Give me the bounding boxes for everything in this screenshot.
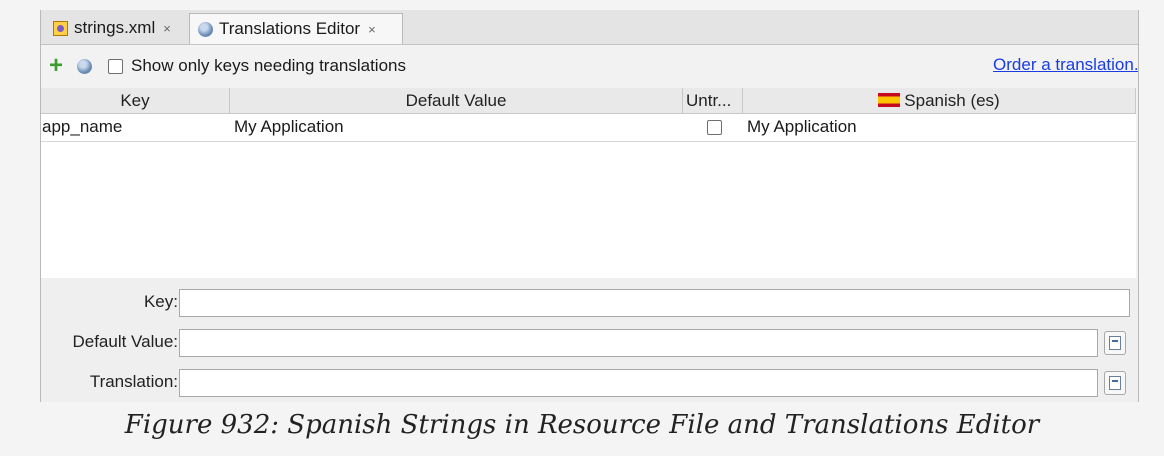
column-header-untranslatable[interactable]: Untr... <box>683 88 743 113</box>
expand-editor-icon[interactable] <box>1104 371 1126 395</box>
cell-default-value[interactable]: My Application <box>230 113 683 141</box>
column-header-spanish[interactable]: Spanish (es) <box>743 88 1136 113</box>
table-row[interactable]: app_name My Application My Application <box>41 113 1136 142</box>
close-icon[interactable]: × <box>163 21 171 36</box>
show-only-needing-translation-checkbox[interactable] <box>108 58 123 74</box>
column-header-default-value[interactable]: Default Value <box>230 88 683 113</box>
default-value-field[interactable] <box>179 329 1098 357</box>
figure-caption: Figure 932: Spanish Strings in Resource … <box>124 410 1040 440</box>
add-key-button[interactable]: + <box>45 52 67 80</box>
cell-spanish[interactable]: My Application <box>743 113 1136 141</box>
table-header: Key Default Value Untr... Spanish (es) <box>41 88 1136 114</box>
expand-editor-icon[interactable] <box>1104 331 1126 355</box>
checkbox-label[interactable]: Show only keys needing translations <box>131 56 406 76</box>
editor-toolbar: + Show only keys needing translations Or… <box>41 45 1138 87</box>
translation-label: Translation: <box>89 372 178 391</box>
default-value-label: Default Value: <box>72 332 178 351</box>
key-label: Key: <box>143 292 178 311</box>
globe-icon <box>198 21 213 37</box>
untranslatable-checkbox[interactable] <box>707 120 722 135</box>
cell-untranslatable <box>683 113 743 141</box>
spain-flag-icon <box>878 93 901 107</box>
editor-tab-bar: strings.xml × Translations Editor × <box>41 10 1138 45</box>
column-header-key[interactable]: Key <box>41 88 230 113</box>
tab-label: strings.xml <box>74 18 156 37</box>
translation-field[interactable] <box>179 369 1098 397</box>
cell-key[interactable]: app_name <box>41 113 230 141</box>
tab-translations-editor[interactable]: Translations Editor × <box>189 13 403 44</box>
key-field[interactable] <box>179 289 1130 317</box>
xml-file-icon <box>53 20 68 36</box>
tab-strings-xml[interactable]: strings.xml × <box>45 13 187 43</box>
string-editor-form: Key: Default Value: Translation: <box>41 278 1138 402</box>
add-locale-globe-icon[interactable] <box>77 58 92 74</box>
tab-label: Translations Editor <box>219 19 361 38</box>
column-label: Spanish (es) <box>904 91 1000 110</box>
close-icon[interactable]: × <box>368 22 376 37</box>
translations-editor-window: strings.xml × Translations Editor × + Sh… <box>40 10 1139 402</box>
translations-table: Key Default Value Untr... Spanish (es) a… <box>41 88 1136 278</box>
order-translation-link[interactable]: Order a translation... <box>993 55 1138 75</box>
